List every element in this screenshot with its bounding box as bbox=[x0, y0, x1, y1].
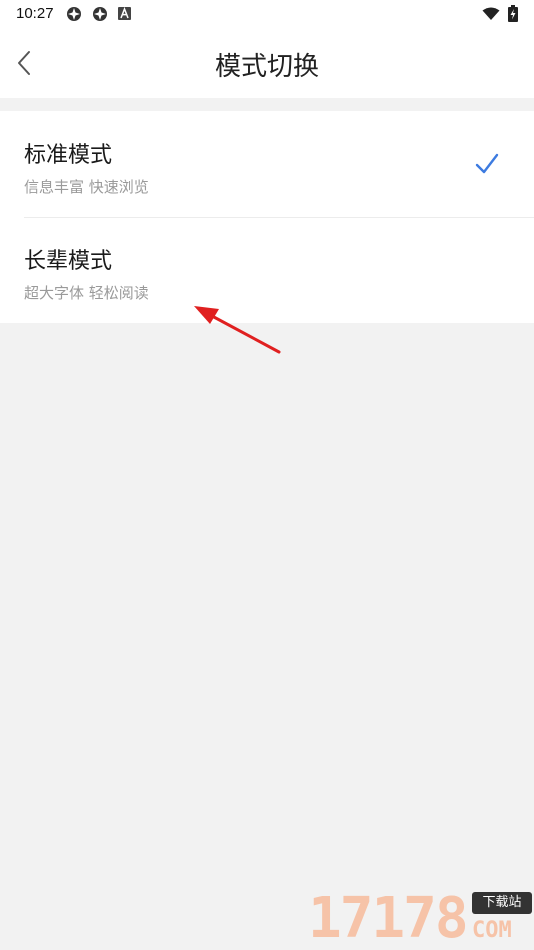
wifi-icon bbox=[482, 7, 500, 20]
site-watermark: 17178 下载站 COM bbox=[308, 884, 534, 950]
mode-option-title: 长辈模式 bbox=[24, 249, 113, 274]
app-notification-icon bbox=[67, 7, 81, 21]
check-icon bbox=[475, 153, 499, 174]
page-title: 模式切换 bbox=[214, 52, 319, 82]
status-time: 10:27 bbox=[16, 5, 54, 22]
app-notification-icon bbox=[93, 7, 107, 21]
annotation-arrow-icon bbox=[194, 306, 281, 354]
mode-option-subtitle: 信息丰富 快速浏览 bbox=[24, 178, 149, 196]
watermark-digits: 17178 bbox=[308, 886, 469, 950]
mode-option-title: 标准模式 bbox=[24, 143, 113, 168]
android-a-icon bbox=[118, 7, 131, 20]
nav-bar: 模式切换 bbox=[0, 28, 534, 98]
mode-options-card: 标准模式 信息丰富 快速浏览 长辈模式 超大字体 轻松阅读 bbox=[0, 111, 534, 323]
watermark-badge: 下载站 bbox=[472, 892, 532, 914]
status-bar: 10:27 bbox=[0, 0, 534, 28]
battery-charging-icon bbox=[508, 5, 518, 22]
mode-option-standard[interactable]: 标准模式 信息丰富 快速浏览 bbox=[0, 111, 534, 218]
mode-option-subtitle: 超大字体 轻松阅读 bbox=[24, 284, 149, 302]
watermark-suffix: COM bbox=[472, 918, 512, 943]
